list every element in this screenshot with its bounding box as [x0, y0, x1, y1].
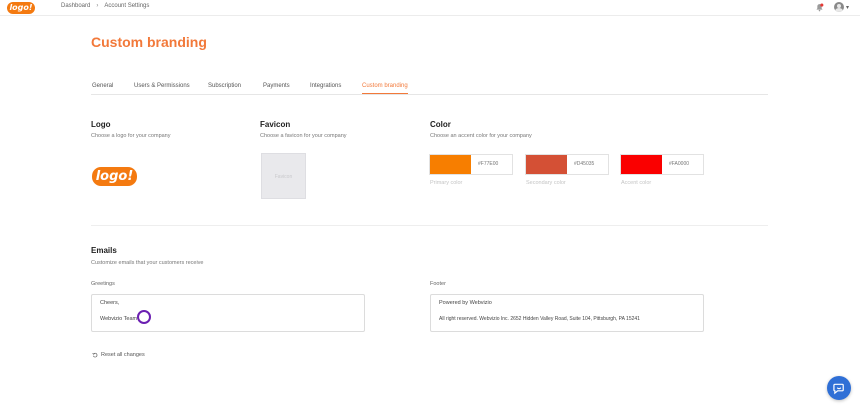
reset-all-changes-button[interactable]: Reset all changes	[92, 352, 145, 358]
notification-bell-icon[interactable]	[815, 3, 824, 12]
footer-textarea[interactable]: Powered by Webvizio All right reserved. …	[430, 294, 704, 332]
favicon-section-subtitle: Choose a favicon for your company	[260, 133, 347, 139]
tab-payments[interactable]: Payments	[263, 83, 290, 89]
secondary-color-picker[interactable]: #D45035	[525, 154, 609, 175]
secondary-color-label: Secondary color	[526, 180, 566, 186]
primary-color-label: Primary color	[430, 180, 463, 186]
avatar[interactable]	[834, 2, 844, 12]
color-section-title: Color	[430, 120, 451, 129]
greetings-line-2: Webvizio Team	[100, 316, 138, 322]
logo-section-title: Logo	[91, 120, 111, 129]
favicon-section-title: Favicon	[260, 120, 291, 129]
chevron-down-icon: ▾	[846, 4, 850, 11]
chat-icon	[832, 383, 844, 394]
footer-line-2: All right reserved. Webvizio Inc. 2652 H…	[439, 316, 640, 322]
breadcrumb-separator: ›	[96, 3, 99, 9]
color-section-subtitle: Choose an accent color for your company	[430, 133, 532, 139]
accent-color-swatch[interactable]	[621, 155, 662, 174]
section-divider	[91, 225, 768, 226]
settings-tabs: General Users & Permissions Subscription…	[91, 82, 768, 95]
help-chat-button[interactable]	[827, 376, 851, 400]
top-bar: logo! Dashboard › Account Settings ▾	[0, 0, 860, 16]
footer-line-1: Powered by Webvizio	[439, 300, 492, 306]
greetings-label: Greetings	[91, 281, 115, 287]
emails-section-title: Emails	[91, 246, 117, 255]
tab-general[interactable]: General	[92, 83, 113, 89]
page-title: Custom branding	[91, 34, 207, 50]
user-menu[interactable]: ▾	[834, 2, 849, 12]
primary-color-swatch[interactable]	[430, 155, 471, 174]
tab-custom-branding[interactable]: Custom branding	[362, 83, 408, 94]
reset-label: Reset all changes	[101, 352, 145, 358]
secondary-color-swatch[interactable]	[526, 155, 567, 174]
tab-integrations[interactable]: Integrations	[310, 83, 341, 89]
company-logo[interactable]: logo!	[92, 167, 137, 186]
secondary-color-hex[interactable]: #D45035	[574, 161, 594, 167]
logo-section-subtitle: Choose a logo for your company	[91, 133, 171, 139]
emails-section-subtitle: Customize emails that your customers rec…	[91, 260, 204, 266]
breadcrumb: Dashboard › Account Settings	[61, 3, 149, 9]
tab-users-permissions[interactable]: Users & Permissions	[134, 83, 190, 89]
click-indicator	[137, 310, 151, 324]
footer-label: Footer	[430, 281, 446, 287]
undo-icon	[92, 352, 98, 358]
greetings-line-1: Cheers,	[100, 300, 120, 306]
favicon-placeholder: Favicon	[274, 174, 293, 180]
accent-color-label: Accent color	[621, 180, 652, 186]
tab-subscription[interactable]: Subscription	[208, 83, 241, 89]
primary-color-picker[interactable]: #F77E00	[429, 154, 513, 175]
favicon-upload[interactable]: Favicon	[261, 153, 306, 199]
app-logo[interactable]: logo!	[7, 2, 35, 14]
accent-color-picker[interactable]: #FA0000	[620, 154, 704, 175]
accent-color-hex[interactable]: #FA0000	[669, 161, 689, 167]
primary-color-hex[interactable]: #F77E00	[478, 161, 498, 167]
breadcrumb-dashboard[interactable]: Dashboard	[61, 3, 90, 9]
breadcrumb-account-settings: Account Settings	[104, 3, 150, 9]
greetings-textarea[interactable]: Cheers, Webvizio Team	[91, 294, 365, 332]
